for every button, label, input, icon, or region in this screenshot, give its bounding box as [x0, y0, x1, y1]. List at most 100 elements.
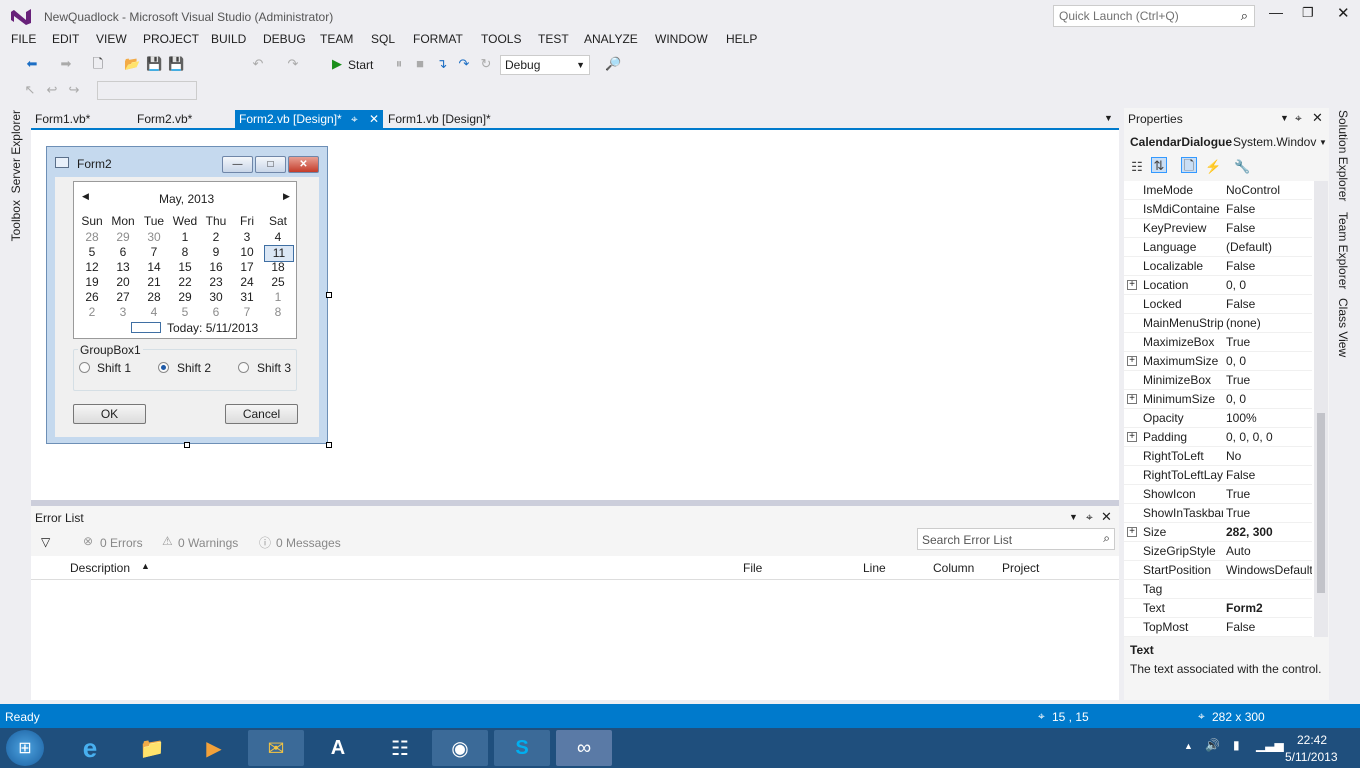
property-value[interactable]: True [1226, 485, 1312, 504]
panel-menu-icon[interactable]: ▼ [1280, 113, 1289, 123]
property-row[interactable]: Tag [1124, 580, 1312, 599]
property-value[interactable]: No [1226, 447, 1312, 466]
property-value[interactable]: (none) [1226, 314, 1312, 333]
panel-menu-icon[interactable]: ▼ [1069, 512, 1078, 522]
errors-filter[interactable]: 0 Errors [100, 536, 143, 550]
property-row[interactable]: Opacity 100% [1124, 409, 1312, 428]
calendar-day[interactable]: 23 [203, 275, 229, 290]
calendar-day[interactable]: 8 [265, 305, 291, 320]
menu-format[interactable]: FORMAT [413, 32, 463, 46]
messages-filter[interactable]: 0 Messages [276, 536, 341, 550]
property-row[interactable]: Text Form2 [1124, 599, 1312, 618]
file-explorer-icon[interactable]: 📁 [124, 730, 180, 766]
step-into-icon[interactable]: ↴ [434, 56, 450, 72]
app-a-icon[interactable]: A [310, 730, 366, 766]
menu-tools[interactable]: TOOLS [481, 32, 521, 46]
calendar-day[interactable]: 25 [265, 275, 291, 290]
warnings-icon[interactable]: ⚠ [162, 534, 173, 548]
calendar-day[interactable]: 22 [172, 275, 198, 290]
categorized-icon[interactable]: ☷ [1129, 159, 1145, 175]
start-icon[interactable]: ▶ [329, 56, 345, 72]
property-value[interactable]: 100% [1226, 409, 1312, 428]
events-icon[interactable]: ⚡ [1205, 159, 1221, 175]
align-lefts-icon[interactable]: ↩ [44, 82, 60, 98]
column-line[interactable]: Line [863, 561, 886, 575]
calendar-day[interactable]: 3 [234, 230, 260, 245]
tab-form1-design[interactable]: Form1.vb [Design]* [384, 110, 514, 130]
property-value[interactable]: 0, 0 [1226, 276, 1312, 295]
solution-explorer-tab[interactable]: Solution Explorer [1336, 110, 1350, 201]
close-icon[interactable]: ✕ [1101, 509, 1112, 525]
calendar-day[interactable]: 4 [265, 230, 291, 245]
property-row[interactable]: Locked False [1124, 295, 1312, 314]
calendar-day[interactable]: 2 [79, 305, 105, 320]
property-value[interactable]: False [1226, 219, 1312, 238]
properties-icon[interactable]: 🗋 [1181, 157, 1197, 173]
calendar-day[interactable]: 29 [172, 290, 198, 305]
calendar-day[interactable]: 13 [110, 260, 136, 275]
internet-explorer-icon[interactable]: e [62, 730, 118, 766]
ok-button[interactable]: OK [73, 404, 146, 424]
property-value[interactable]: Auto [1226, 542, 1312, 561]
column-project[interactable]: Project [1002, 561, 1039, 575]
calendar-day[interactable]: 2 [203, 230, 229, 245]
month-calendar[interactable]: ◀ May, 2013 ▶ Sun Mon Tue Wed Thu Fri Sat 28 29 3… [73, 181, 297, 339]
property-value[interactable]: (Default) [1226, 238, 1312, 257]
menu-file[interactable]: FILE [11, 32, 36, 46]
save-all-icon[interactable]: 💾 [168, 56, 184, 72]
calendar-day[interactable]: 15 [172, 260, 198, 275]
tray-arrow-icon[interactable]: ▲ [1184, 741, 1193, 751]
calendar-day[interactable]: 5 [79, 245, 105, 260]
menu-window[interactable]: WINDOW [655, 32, 708, 46]
menu-test[interactable]: TEST [538, 32, 569, 46]
calendar-day[interactable]: 18 [265, 260, 291, 275]
menu-project[interactable]: PROJECT [143, 32, 199, 46]
calendar-day[interactable]: 31 [234, 290, 260, 305]
expand-icon[interactable]: + [1127, 527, 1137, 537]
battery-icon[interactable]: ▮ [1233, 738, 1240, 752]
property-row[interactable]: RightToLeft No [1124, 447, 1312, 466]
calendar-day[interactable]: 24 [234, 275, 260, 290]
stop-icon[interactable]: ■ [412, 56, 428, 72]
configuration-select[interactable]: Debug ▼ [500, 55, 590, 75]
calendar-day[interactable]: 30 [203, 290, 229, 305]
form-maximize-button[interactable]: □ [255, 156, 286, 173]
calendar-day[interactable]: 27 [110, 290, 136, 305]
property-value[interactable]: True [1226, 504, 1312, 523]
cancel-button[interactable]: Cancel [225, 404, 298, 424]
property-value[interactable]: 0, 0 [1226, 352, 1312, 371]
menu-debug[interactable]: DEBUG [263, 32, 306, 46]
visual-studio-icon[interactable]: ∞ [556, 730, 612, 766]
menu-edit[interactable]: EDIT [52, 32, 79, 46]
chevron-down-icon[interactable]: ▼ [1319, 138, 1327, 147]
calendar-day[interactable]: 16 [203, 260, 229, 275]
property-value[interactable]: True [1226, 333, 1312, 352]
volume-icon[interactable]: 🔊 [1205, 738, 1220, 752]
calendar-day[interactable]: 28 [79, 230, 105, 245]
team-explorer-tab[interactable]: Team Explorer [1336, 212, 1350, 289]
calendar-day[interactable]: 20 [110, 275, 136, 290]
calendar-day[interactable]: 7 [234, 305, 260, 320]
forward-icon[interactable]: ➡ [58, 56, 74, 72]
tab-form2-vb[interactable]: Form2.vb* [133, 110, 233, 130]
redo-icon[interactable]: ↷ [285, 56, 301, 72]
pause-icon[interactable]: ⏸ [391, 56, 407, 72]
network-icon[interactable]: ▁▃▅ [1256, 738, 1284, 752]
menu-sql[interactable]: SQL [371, 32, 395, 46]
pin-icon[interactable]: ⌖ [1295, 111, 1302, 126]
property-row[interactable]: ShowIcon True [1124, 485, 1312, 504]
property-row[interactable]: Localizable False [1124, 257, 1312, 276]
restart-icon[interactable]: ↻ [478, 56, 494, 72]
resize-handle-bottom[interactable] [184, 442, 190, 448]
calendar-day[interactable]: 8 [172, 245, 198, 260]
property-row[interactable]: IsMdiContaine False [1124, 200, 1312, 219]
property-row[interactable]: + Location 0, 0 [1124, 276, 1312, 295]
property-row[interactable]: MainMenuStrip (none) [1124, 314, 1312, 333]
calendar-day[interactable]: 9 [203, 245, 229, 260]
target-combo[interactable] [97, 81, 197, 100]
error-search-input[interactable]: Search Error List ⌕ [917, 528, 1115, 550]
shift3-radio[interactable] [238, 362, 249, 373]
column-column[interactable]: Column [933, 561, 974, 575]
save-icon[interactable]: 💾 [146, 56, 162, 72]
form-close-button[interactable]: ✕ [288, 156, 319, 173]
